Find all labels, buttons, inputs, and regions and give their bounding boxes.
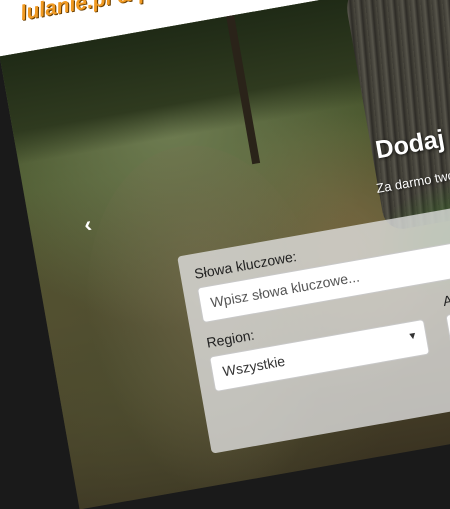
address-label: Adres:	[441, 286, 450, 310]
keywords-input[interactable]: Wpisz słowa kluczowe...	[196, 239, 450, 324]
region-label: Region:	[205, 326, 256, 351]
region-select-value: Wszystkie	[221, 352, 287, 380]
chevron-down-icon: ▼	[406, 330, 419, 343]
page-scene: lulanie.pl & polskieatrakcje.pl ‹ Dodaj …	[0, 0, 450, 509]
